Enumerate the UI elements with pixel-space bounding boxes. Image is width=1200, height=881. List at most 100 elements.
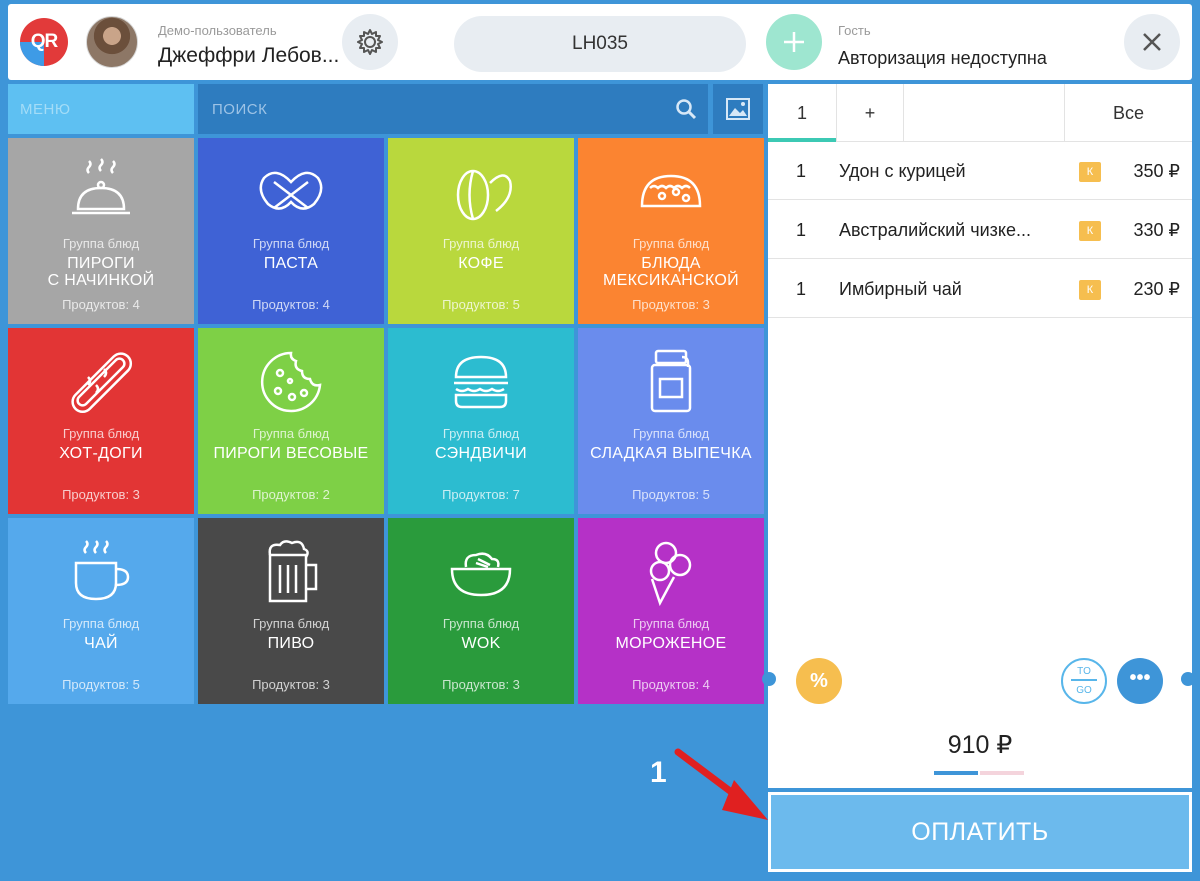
tile-name: ПИВО	[267, 635, 315, 652]
search-icon	[676, 99, 697, 120]
panel-edge-dot	[1181, 672, 1195, 686]
to-go-button[interactable]: TO GO	[1061, 658, 1107, 704]
tile-subtitle: Группа блюд	[62, 426, 140, 441]
tile-name: СЭНДВИЧИ	[434, 445, 527, 462]
search-placeholder: ПОИСК	[212, 101, 268, 118]
category-tile[interactable]: Группа блюд ЧАЙ Продуктов: 5	[8, 518, 194, 704]
kitchen-badge: К	[1079, 162, 1101, 182]
order-actions: % TO GO •••	[768, 654, 1192, 710]
order-number[interactable]: LH035	[454, 16, 746, 72]
ice-cream-icon	[649, 541, 692, 607]
category-grid: Группа блюд ПИРОГИ С НАЧИНКОЙ Продуктов:…	[8, 138, 764, 704]
tab-add-guest[interactable]: +	[836, 84, 904, 142]
tile-subtitle: Группа блюд	[62, 616, 140, 631]
tile-name: ПИРОГИ С НАЧИНКОЙ	[47, 255, 155, 289]
arrow-right-icon	[1071, 679, 1097, 681]
to-go-label-top: TO	[1077, 666, 1091, 677]
add-guest-button[interactable]	[766, 14, 822, 70]
category-tile[interactable]: Группа блюд ПАСТА Продуктов: 4	[198, 138, 384, 324]
category-tile[interactable]: Группа блюд ПИРОГИ ВЕСОВЫЕ Продуктов: 2	[198, 328, 384, 514]
pay-button[interactable]: ОПЛАТИТЬ	[768, 792, 1192, 872]
item-quantity: 1	[796, 161, 807, 181]
category-tile[interactable]: Группа блюд БЛЮДА МЕКСИКАНСКОЙ Продуктов…	[578, 138, 764, 324]
image-view-toggle[interactable]	[713, 84, 763, 134]
category-tile[interactable]: Группа блюд СЭНДВИЧИ Продуктов: 7	[388, 328, 574, 514]
tile-subtitle: Группа блюд	[632, 236, 710, 251]
image-icon	[726, 98, 750, 120]
tile-name: ПИРОГИ ВЕСОВЫЕ	[213, 445, 369, 462]
jam-jar-icon	[650, 349, 692, 413]
search-input[interactable]: ПОИСК	[198, 84, 708, 134]
item-name: Австралийский чизке...	[839, 220, 1032, 240]
tile-name: ХОТ-ДОГИ	[59, 445, 143, 462]
burger-icon	[454, 355, 508, 409]
order-item-row[interactable]: 1 Удон с курицей К 350 ₽	[768, 142, 1192, 200]
panel-edge-dot	[762, 672, 776, 686]
tile-subtitle: Группа блюд	[442, 236, 520, 251]
tab-guest-1[interactable]: 1	[768, 84, 836, 142]
tile-count: Продуктов: 4	[252, 297, 330, 312]
pretzel-icon	[259, 171, 323, 210]
tile-subtitle: Группа блюд	[252, 236, 330, 251]
guest-label: Гость	[838, 23, 871, 38]
tile-name: ПАСТА	[263, 255, 319, 272]
order-total: 910 ₽	[947, 731, 1013, 759]
cookie-icon	[260, 351, 322, 413]
tile-count: Продуктов: 4	[62, 297, 140, 312]
gear-icon	[357, 29, 383, 55]
tile-name: WOK	[461, 635, 501, 652]
discount-button[interactable]: %	[796, 658, 842, 704]
tile-subtitle: Группа блюд	[442, 426, 520, 441]
item-quantity: 1	[796, 279, 807, 299]
tab-all[interactable]: Все	[1064, 84, 1192, 142]
close-button[interactable]	[1124, 14, 1180, 70]
hotdog-icon	[71, 352, 133, 414]
item-name: Имбирный чай	[839, 279, 962, 299]
tile-count: Продуктов: 3	[252, 677, 330, 692]
tile-name: СЛАДКАЯ ВЫПЕЧКА	[590, 445, 752, 462]
taco-icon	[640, 174, 702, 208]
category-tile[interactable]: Группа блюд ХОТ-ДОГИ Продуктов: 3	[8, 328, 194, 514]
tea-cup-icon	[74, 540, 130, 601]
tile-name: БЛЮДА МЕКСИКАНСКОЙ	[603, 255, 739, 289]
user-name[interactable]: Джеффри Лебов...	[158, 44, 339, 68]
tile-count: Продуктов: 2	[252, 487, 330, 502]
category-tile[interactable]: Группа блюд СЛАДКАЯ ВЫПЕЧКА Продуктов: 5	[578, 328, 764, 514]
kitchen-badge: К	[1079, 221, 1101, 241]
page-indicator-active	[934, 771, 978, 775]
tile-subtitle: Группа блюд	[632, 616, 710, 631]
more-options-button[interactable]: •••	[1117, 658, 1163, 704]
category-tile[interactable]: Группа блюд WOK Продуктов: 3	[388, 518, 574, 704]
menu-button[interactable]: МЕНЮ	[8, 84, 194, 134]
item-price: 330 ₽	[1133, 220, 1181, 240]
tile-count: Продуктов: 5	[62, 677, 140, 692]
user-avatar[interactable]	[86, 16, 138, 68]
order-item-row[interactable]: 1 Имбирный чай К 230 ₽	[768, 260, 1192, 318]
order-panel: 1 + Все 1 Удон с курицей К 350 ₽ 1 Австр…	[768, 84, 1192, 788]
category-tile[interactable]: Группа блюд ПИРОГИ С НАЧИНКОЙ Продуктов:…	[8, 138, 194, 324]
tile-name: КОФЕ	[458, 255, 504, 272]
wok-bowl-icon	[450, 552, 512, 597]
category-tile[interactable]: Группа блюд МОРОЖЕНОЕ Продуктов: 4	[578, 518, 764, 704]
qr-logo: QR	[20, 18, 68, 66]
guest-auth-status: Авторизация недоступна	[838, 48, 1047, 68]
tile-subtitle: Группа блюд	[632, 426, 710, 441]
cloche-icon	[72, 158, 130, 215]
settings-button[interactable]	[342, 14, 398, 70]
tile-count: Продуктов: 3	[62, 487, 140, 502]
tile-subtitle: Группа блюд	[62, 236, 140, 251]
header-bar: QR Демо-пользователь Джеффри Лебов... LH…	[8, 4, 1192, 80]
tile-count: Продуктов: 3	[632, 297, 710, 312]
tile-count: Продуктов: 5	[442, 297, 520, 312]
order-item-row[interactable]: 1 Австралийский чизке... К 330 ₽	[768, 201, 1192, 259]
coffee-bean-icon	[456, 169, 512, 221]
user-role-label: Демо-пользователь	[158, 23, 277, 38]
category-tile[interactable]: Группа блюд ПИВО Продуктов: 3	[198, 518, 384, 704]
beer-mug-icon	[268, 540, 318, 603]
guest-tabs: 1 + Все	[768, 84, 1192, 142]
tile-count: Продуктов: 3	[442, 677, 520, 692]
page-indicator-inactive	[980, 771, 1024, 775]
category-tile[interactable]: Группа блюд КОФЕ Продуктов: 5	[388, 138, 574, 324]
plus-icon	[784, 32, 804, 52]
tile-name: ЧАЙ	[84, 635, 118, 652]
